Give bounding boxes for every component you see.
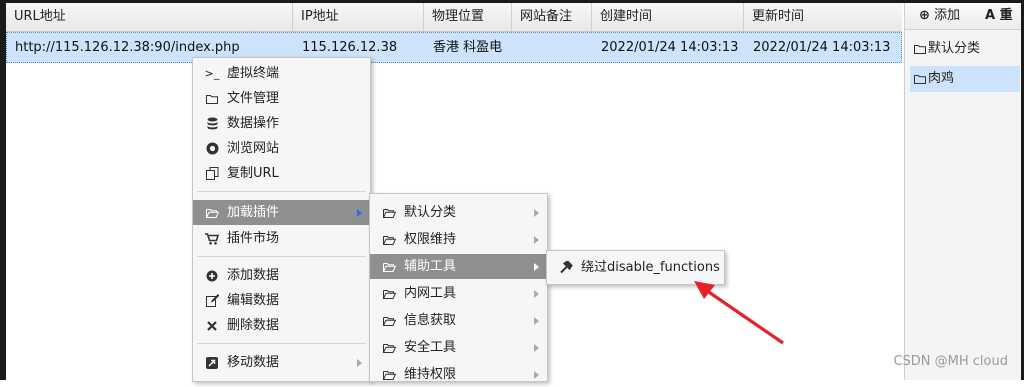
add-category-button[interactable]: ⊕ 添加 (919, 3, 960, 29)
menu-separator (197, 256, 366, 257)
category-panel: ⊕ 添加 A 重 默认分类 肉鸡 (904, 3, 1021, 380)
folder-open-icon (382, 281, 396, 306)
plus-circle-icon (205, 263, 219, 288)
plugin-category-intranet[interactable]: 内网工具 (370, 281, 547, 306)
hammer-icon (559, 255, 573, 280)
terminal-icon: >_ (204, 67, 220, 80)
grid-header: URL地址 IP地址 物理位置 网站备注 创建时间 更新时间 (6, 3, 902, 32)
delete-icon (205, 313, 219, 338)
menu-item-file-manager[interactable]: 文件管理 (193, 86, 370, 111)
menu-item-browse-site[interactable]: 浏览网站 (193, 136, 370, 161)
menu-item-load-plugin[interactable]: 加载插件 (193, 200, 370, 225)
submenu-arrow-icon (534, 317, 539, 325)
table-row[interactable]: http://115.126.12.38:90/index.php 115.12… (6, 32, 902, 63)
column-header-created[interactable]: 创建时间 (592, 3, 744, 31)
category-toolbar: ⊕ 添加 A 重 (905, 3, 1021, 30)
watermark: CSDN @MH cloud (893, 354, 1008, 369)
folder-icon (914, 45, 926, 54)
column-header-updated[interactable]: 更新时间 (744, 3, 902, 31)
menu-item-delete-data[interactable]: 删除数据 (193, 313, 370, 338)
category-item-zombie[interactable]: 肉鸡 (910, 66, 1020, 92)
column-header-note[interactable]: 网站备注 (512, 3, 592, 31)
copy-icon (205, 161, 219, 186)
menu-item-add-data[interactable]: 添加数据 (193, 263, 370, 288)
folder-open-icon (382, 362, 396, 387)
plugin-submenu: 默认分类 权限维持 辅助工具 内网工具 信息获取 安全工具 维持权限 (369, 193, 548, 382)
plugin-category-security[interactable]: 安全工具 (370, 335, 547, 360)
folder-open-icon (382, 254, 396, 279)
menu-separator (197, 191, 366, 192)
submenu-arrow-icon (534, 209, 539, 217)
column-header-url[interactable]: URL地址 (6, 3, 293, 31)
plus-circle-icon: ⊕ (919, 8, 930, 23)
menu-item-virtual-terminal[interactable]: >_ 虚拟终端 (193, 61, 370, 86)
column-header-location[interactable]: 物理位置 (424, 3, 512, 31)
category-label: 默认分类 (928, 41, 981, 56)
submenu-arrow-icon (534, 344, 539, 352)
folder-open-icon (382, 308, 396, 333)
row-updated: 2022/01/24 14:03:13 (753, 40, 891, 55)
submenu-arrow-icon (534, 236, 539, 244)
edit-icon (205, 288, 219, 313)
cart-icon (205, 226, 219, 251)
annotation-arrow (694, 281, 784, 345)
submenu-arrow-icon (534, 290, 539, 298)
menu-item-move-data[interactable]: 移动数据 (193, 350, 370, 375)
folder-open-icon (382, 227, 396, 252)
folder-open-icon (205, 200, 219, 225)
category-label: 肉鸡 (928, 71, 955, 86)
folder-icon (205, 86, 219, 111)
plugin-category-aux-tools[interactable]: 辅助工具 (370, 254, 547, 279)
menu-item-edit-data[interactable]: 编辑数据 (193, 288, 370, 313)
menu-item-database[interactable]: 数据操作 (193, 111, 370, 136)
column-header-ip[interactable]: IP地址 (293, 3, 424, 31)
plugin-category-maintain[interactable]: 维持权限 (370, 362, 547, 387)
add-category-label: 添加 (934, 8, 961, 23)
folder-open-icon (382, 335, 396, 360)
row-context-menu: >_ 虚拟终端 文件管理 数据操作 浏览网站 复制URL 加载插件 插件市场 添… (192, 57, 371, 382)
folder-icon (914, 75, 926, 84)
rename-category-button[interactable]: A 重 (985, 3, 1013, 29)
plugin-category-persistence[interactable]: 权限维持 (370, 227, 547, 252)
chrome-icon (205, 136, 219, 161)
row-note (513, 33, 593, 62)
plugin-category-info[interactable]: 信息获取 (370, 308, 547, 333)
submenu-arrow-icon (357, 359, 362, 367)
category-item-default[interactable]: 默认分类 (910, 36, 1020, 62)
menu-separator (197, 343, 366, 344)
submenu-arrow-icon (357, 209, 362, 217)
menu-item-plugin-market[interactable]: 插件市场 (193, 226, 370, 251)
database-icon (205, 111, 219, 136)
row-created: 2022/01/24 14:03:13 (601, 40, 739, 55)
plugin-category-default[interactable]: 默认分类 (370, 200, 547, 225)
submenu-arrow-icon (534, 263, 539, 271)
move-icon (205, 350, 219, 375)
row-location: 香港 科盈电⁠⁠⁠ (433, 40, 503, 55)
menu-item-copy-url[interactable]: 复制URL (193, 161, 370, 186)
submenu-arrow-icon (534, 371, 539, 379)
folder-open-icon (382, 200, 396, 225)
